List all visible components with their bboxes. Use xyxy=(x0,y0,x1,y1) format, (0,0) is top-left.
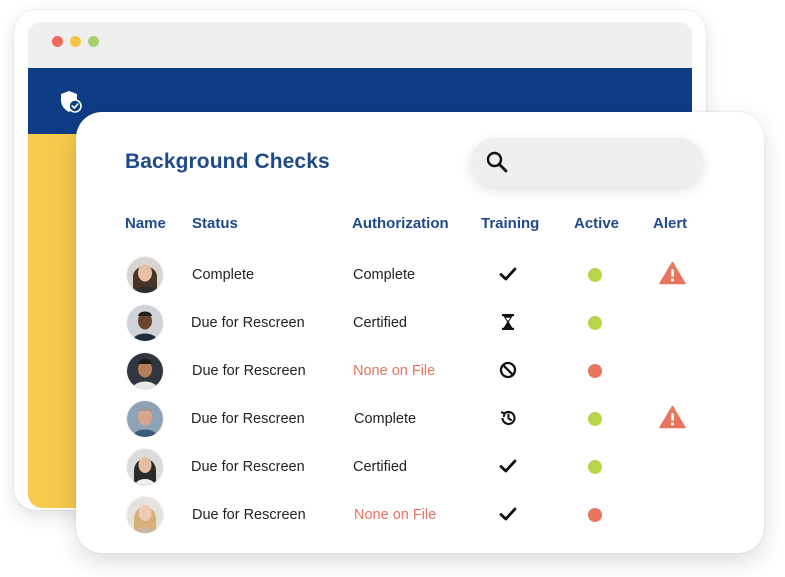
check-icon xyxy=(499,267,517,281)
history-icon xyxy=(500,410,516,426)
authorization-text: Certified xyxy=(353,315,407,331)
avatar xyxy=(127,353,163,389)
active-status-dot xyxy=(588,316,602,330)
search-icon xyxy=(486,151,508,173)
close-window-dot[interactable] xyxy=(52,36,63,47)
active-status-dot xyxy=(588,268,602,282)
active-status-dot xyxy=(588,460,602,474)
avatar xyxy=(127,305,163,341)
active-status-dot xyxy=(588,412,602,426)
alert-icon[interactable] xyxy=(659,405,686,429)
status-text: Due for Rescreen xyxy=(191,411,305,427)
column-header-alert[interactable]: Alert xyxy=(653,215,687,232)
background-checks-card: Background Checks Name Status Authorizat… xyxy=(76,112,764,553)
hourglass-icon xyxy=(502,314,514,330)
table-row[interactable]: Due for Rescreen Complete xyxy=(76,395,764,443)
page-title: Background Checks xyxy=(125,150,330,173)
table-row[interactable]: Due for Rescreen Certified xyxy=(76,443,764,491)
status-text: Due for Rescreen xyxy=(192,507,306,523)
prohibited-icon xyxy=(499,361,517,379)
avatar xyxy=(127,401,163,437)
authorization-text: None on File xyxy=(354,507,437,523)
check-icon xyxy=(499,507,517,521)
status-text: Complete xyxy=(192,267,255,283)
check-icon xyxy=(499,459,517,473)
search-input[interactable] xyxy=(519,146,693,180)
table-row[interactable]: Due for Rescreen None on File xyxy=(76,347,764,395)
column-header-name[interactable]: Name xyxy=(125,215,166,232)
table-row[interactable]: Complete Complete xyxy=(76,251,764,299)
maximize-window-dot[interactable] xyxy=(88,36,99,47)
shield-check-icon[interactable] xyxy=(58,89,84,115)
status-text: Due for Rescreen xyxy=(191,315,305,331)
authorization-text: Certified xyxy=(353,459,407,475)
table-row[interactable]: Due for Rescreen None on File xyxy=(76,491,764,539)
alert-icon[interactable] xyxy=(659,261,686,285)
table-row[interactable]: Due for Rescreen Certified xyxy=(76,299,764,347)
avatar xyxy=(127,257,163,293)
authorization-text: Complete xyxy=(353,267,416,283)
minimize-window-dot[interactable] xyxy=(70,36,81,47)
avatar xyxy=(127,497,163,533)
search-box[interactable] xyxy=(471,138,703,186)
authorization-text: Complete xyxy=(354,411,417,427)
status-text: Due for Rescreen xyxy=(191,459,305,475)
status-text: Due for Rescreen xyxy=(192,363,306,379)
authorization-text: None on File xyxy=(353,363,436,379)
column-header-training[interactable]: Training xyxy=(481,215,539,232)
window-chrome xyxy=(28,22,692,68)
active-status-dot xyxy=(588,364,602,378)
column-header-authorization[interactable]: Authorization xyxy=(352,215,449,232)
avatar xyxy=(127,449,163,485)
active-status-dot xyxy=(588,508,602,522)
column-header-active[interactable]: Active xyxy=(574,215,619,232)
column-header-status[interactable]: Status xyxy=(192,215,238,232)
